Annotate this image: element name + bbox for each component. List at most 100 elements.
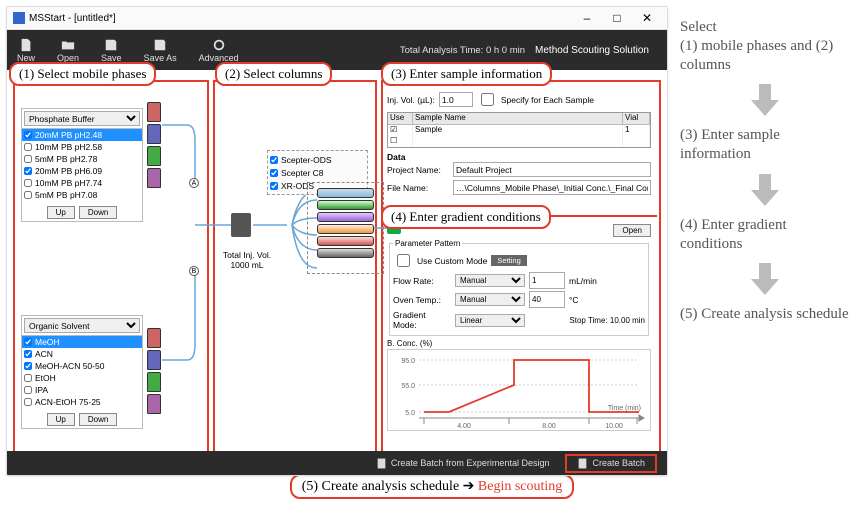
solvent-b-up-button[interactable]: Up — [47, 413, 75, 426]
chart-ylabel: B. Conc. (%) — [387, 339, 651, 348]
create-batch-experimental-button[interactable]: Create Batch from Experimental Design — [366, 456, 560, 471]
bottle-icon — [147, 124, 161, 144]
solvent-a-check[interactable] — [24, 191, 32, 199]
gradient-mode-select[interactable]: Linear — [455, 314, 525, 327]
specify-each-checkbox[interactable] — [481, 93, 494, 106]
brand-label: Method Scouting Solution — [535, 45, 657, 56]
data-section-label: Data — [387, 152, 651, 162]
new-button[interactable]: New — [17, 38, 35, 63]
window-title: MSStart - [untitled*] — [29, 13, 116, 24]
gradient-chart: 95.055.05.0 4.008.0010.00 Time (min) — [387, 349, 651, 431]
bottle-icon — [147, 102, 161, 122]
valve-b-icon: B — [189, 266, 199, 276]
bottle-icon — [147, 328, 161, 348]
oven-temp-input[interactable] — [529, 291, 565, 308]
advanced-button[interactable]: Advanced — [199, 38, 239, 63]
app-window: MSStart - [untitled*] – □ ✕ New Open Sav… — [6, 6, 668, 476]
window-buttons: – □ ✕ — [573, 9, 661, 27]
custom-mode-checkbox[interactable] — [397, 254, 410, 267]
filename-label: File Name: — [387, 183, 449, 193]
bottom-caption: (5) Create analysis schedule ➔ Begin sco… — [0, 474, 864, 499]
doc-icon — [376, 458, 387, 469]
maximize-button[interactable]: □ — [603, 9, 631, 27]
solvent-a-check[interactable] — [24, 143, 32, 151]
oven-temp-mode[interactable]: Manual — [455, 293, 525, 306]
callout-1: (1) Select mobile phases — [9, 62, 156, 86]
solvent-b-check[interactable] — [24, 398, 32, 406]
th-name: Sample Name — [413, 113, 623, 124]
bottles-a — [147, 102, 161, 188]
solvent-b-check[interactable] — [24, 350, 32, 358]
solvent-b-panel: Organic Solvent MeOH ACN MeOH-ACN 50-50 … — [21, 315, 143, 429]
bottle-icon — [147, 372, 161, 392]
minimize-button[interactable]: – — [573, 9, 601, 27]
sample-panel: Inj. Vol. (µL): Specify for Each Sample … — [387, 90, 651, 198]
solvent-a-check[interactable] — [24, 167, 32, 175]
save-button[interactable]: Save — [101, 38, 122, 63]
flow-rate-label: Flow Rate: — [393, 276, 451, 286]
callout-4: (4) Enter gradient conditions — [381, 205, 551, 229]
panel-frame-columns — [213, 80, 377, 469]
solvent-b-down-button[interactable]: Down — [79, 413, 117, 426]
solvent-b-check[interactable] — [24, 362, 32, 370]
flow-rate-input[interactable] — [529, 272, 565, 289]
save-as-button[interactable]: Save As — [144, 38, 177, 63]
svg-text:5.0: 5.0 — [405, 410, 415, 417]
svg-text:10.00: 10.00 — [605, 423, 623, 430]
callout-2: (2) Select columns — [215, 62, 332, 86]
solvent-a-select[interactable]: Phosphate Buffer — [24, 111, 140, 126]
svg-text:95.0: 95.0 — [401, 358, 415, 365]
svg-text:4.00: 4.00 — [457, 423, 471, 430]
solvent-a-check[interactable] — [24, 155, 32, 163]
bottles-b — [147, 328, 161, 414]
gradient-panel: Open Parameter Pattern Use Custom ModeSe… — [387, 224, 651, 431]
specify-each-label: Specify for Each Sample — [501, 95, 594, 105]
side-step-3: (3) Enter sample information — [680, 126, 850, 164]
titlebar: MSStart - [untitled*] – □ ✕ — [7, 7, 667, 30]
bottle-icon — [147, 168, 161, 188]
column-check[interactable] — [270, 156, 278, 164]
solvent-b-check[interactable] — [24, 338, 32, 346]
setting-button[interactable]: Setting — [491, 255, 526, 266]
create-batch-button[interactable]: Create Batch — [565, 454, 657, 473]
solvent-b-list[interactable]: MeOH ACN MeOH-ACN 50-50 EtOH IPA ACN-EtO… — [22, 336, 142, 411]
oven-temp-label: Oven Temp.: — [393, 295, 451, 305]
injvol-input[interactable] — [439, 92, 473, 107]
flow-rate-mode[interactable]: Manual — [455, 274, 525, 287]
inj-label: Total Inj. Vol.1000 mL — [217, 250, 277, 270]
svg-text:55.0: 55.0 — [401, 383, 415, 390]
bottle-icon — [147, 394, 161, 414]
sample-table[interactable]: Use Sample Name Vial ☑ Sample 1 ☐ — [387, 112, 651, 148]
filename-input[interactable] — [453, 180, 651, 195]
solvent-a-list[interactable]: 20mM PB pH2.48 10mM PB pH2.58 5mM PB pH2… — [22, 129, 142, 204]
solvent-b-check[interactable] — [24, 374, 32, 382]
project-input[interactable] — [453, 162, 651, 177]
solvent-a-check[interactable] — [24, 131, 32, 139]
arrow-down-icon — [680, 80, 850, 120]
project-label: Project Name: — [387, 165, 449, 175]
workarea: (1) Select mobile phases (2) Select colu… — [7, 70, 667, 475]
solvent-a-check[interactable] — [24, 179, 32, 187]
solvent-b-select[interactable]: Organic Solvent — [24, 318, 140, 333]
bottle-icon — [147, 350, 161, 370]
side-guide: Select(1) mobile phases and (2) columns … — [680, 6, 850, 476]
injector-icon[interactable] — [231, 213, 251, 237]
open-button[interactable]: Open — [57, 38, 79, 63]
svg-text:Time (min): Time (min) — [608, 405, 641, 412]
solvent-b-check[interactable] — [24, 386, 32, 394]
side-step-select: Select(1) mobile phases and (2) columns — [680, 18, 850, 74]
arrow-down-icon — [680, 170, 850, 210]
close-button[interactable]: ✕ — [633, 9, 661, 27]
injvol-label: Inj. Vol. (µL): — [387, 95, 435, 105]
column-check[interactable] — [270, 169, 278, 177]
gradient-open-button[interactable]: Open — [613, 224, 651, 237]
doc-icon — [577, 458, 588, 469]
side-step-5: (5) Create analysis schedule — [680, 305, 850, 324]
gradient-mode-label: Gradient Mode: — [393, 310, 451, 330]
callout-3: (3) Enter sample information — [381, 62, 552, 86]
column-check[interactable] — [270, 182, 278, 190]
solvent-a-down-button[interactable]: Down — [79, 206, 117, 219]
solvent-a-up-button[interactable]: Up — [47, 206, 75, 219]
parameter-pattern-group: Parameter Pattern Use Custom ModeSetting… — [389, 239, 649, 336]
column-bay-frame — [307, 182, 384, 274]
